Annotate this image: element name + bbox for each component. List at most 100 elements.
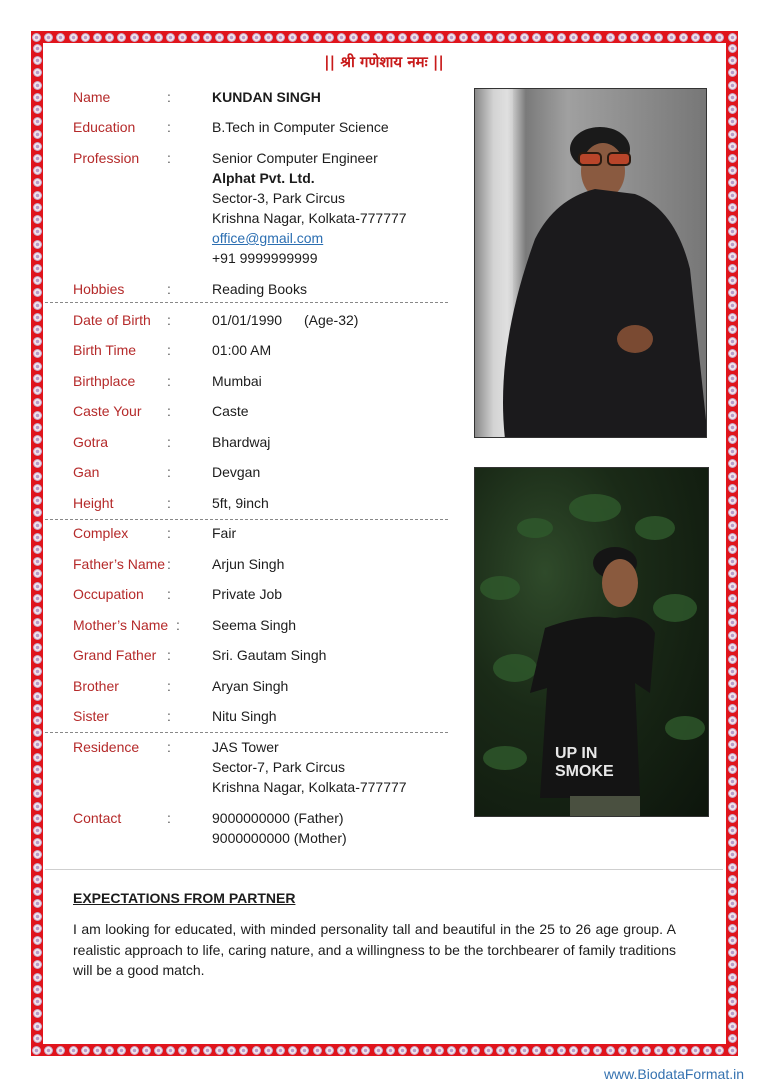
field-value: 01:00 AM: [212, 342, 272, 358]
separator: :: [167, 525, 171, 541]
separator: :: [167, 434, 171, 450]
separator: :: [167, 119, 171, 135]
separator: :: [167, 403, 171, 419]
residence-line: Sector-7, Park Circus: [212, 759, 346, 775]
person-silhouette-icon: UP IN SMOKE: [480, 494, 705, 816]
field-value: 01/01/1990 (Age-32): [212, 310, 358, 330]
field-gan: Gan : Devgan: [73, 462, 260, 482]
field-value: Bhardwaj: [212, 434, 271, 450]
field-value: KUNDAN SINGH: [212, 89, 321, 105]
separator: :: [167, 281, 171, 297]
separator: :: [167, 89, 171, 105]
person-silhouette-icon: [475, 89, 706, 437]
field-value: Private Job: [212, 586, 283, 602]
field-label: Contact: [73, 810, 122, 826]
field-mother-name: Mother’s Name : Seema Singh: [73, 615, 296, 635]
field-grandfather: Grand Father : Sri. Gautam Singh: [73, 645, 326, 665]
separator: :: [167, 495, 171, 511]
field-label: Name: [73, 89, 111, 105]
separator: :: [167, 708, 171, 724]
field-label: Hobbies: [73, 281, 125, 297]
field-complexion: Complex : Fair: [73, 523, 236, 543]
separator: :: [167, 678, 171, 694]
separator: :: [176, 617, 180, 633]
separator: :: [167, 739, 171, 755]
field-value: 5ft, 9inch: [212, 495, 269, 511]
field-value: Sri. Gautam Singh: [212, 647, 327, 663]
field-label: Mother’s Name: [73, 617, 169, 633]
field-value: Nitu Singh: [212, 708, 277, 724]
residence-line: Krishna Nagar, Kolkata-777777: [212, 779, 407, 795]
shirt-print: UP IN: [555, 745, 597, 762]
field-value: 9000000000 (Father) 9000000000 (Mother): [212, 808, 347, 848]
field-caste: Caste Your : Caste: [73, 401, 249, 421]
field-label: Complex: [73, 525, 129, 541]
email-link[interactable]: office@gmail.com: [212, 228, 407, 248]
dashed-divider: [45, 302, 448, 303]
field-value: Mumbai: [212, 373, 262, 389]
profile-photo-1: [474, 88, 707, 438]
field-value: Aryan Singh: [212, 678, 289, 694]
separator: :: [167, 647, 171, 663]
company-address-line: Sector-3, Park Circus: [212, 190, 346, 206]
section-divider: [45, 869, 723, 870]
separator: :: [167, 586, 171, 602]
profession-title: Senior Computer Engineer: [212, 150, 378, 166]
separator: :: [167, 373, 171, 389]
field-value: Arjun Singh: [212, 556, 285, 572]
field-height: Height : 5ft, 9inch: [73, 493, 269, 513]
field-label: Height: [73, 495, 114, 511]
profile-photo-2: UP IN SMOKE: [474, 467, 709, 817]
field-hobbies: Hobbies : Reading Books: [73, 279, 307, 299]
dob-value: 01/01/1990: [212, 312, 283, 328]
field-contact: Contact : 9000000000 (Father) 9000000000…: [73, 808, 347, 848]
contact-line: 9000000000 (Father): [212, 810, 344, 826]
expectations-text: I am looking for educated, with minded p…: [73, 921, 676, 978]
field-brother: Brother : Aryan Singh: [73, 676, 288, 696]
field-father-name: Father’s Name : Arjun Singh: [73, 554, 284, 574]
field-label: Birth Time: [73, 342, 137, 358]
field-value: Fair: [212, 525, 237, 541]
expectations-title: EXPECTATIONS FROM PARTNER: [73, 890, 296, 906]
residence-line: JAS Tower: [212, 739, 279, 755]
company-name: Alphat Pvt. Ltd.: [212, 170, 315, 186]
field-value: Seema Singh: [212, 617, 297, 633]
field-label: Profession: [73, 150, 140, 166]
field-sister: Sister : Nitu Singh: [73, 706, 277, 726]
field-value: Senior Computer Engineer Alphat Pvt. Ltd…: [212, 148, 407, 268]
field-label: Date of Birth: [73, 312, 151, 328]
field-label: Sister: [73, 708, 109, 724]
phone-number: +91 9999999999: [212, 250, 318, 266]
field-education: Education : B.Tech in Computer Science: [73, 117, 389, 137]
field-label: Birthplace: [73, 373, 136, 389]
field-value: Caste: [212, 403, 249, 419]
field-label: Gan: [73, 464, 100, 480]
dashed-divider: [45, 519, 448, 520]
watermark-link[interactable]: www.BiodataFormat.in: [604, 1066, 744, 1082]
field-value: Reading Books: [212, 281, 307, 297]
separator: :: [167, 342, 171, 358]
field-label: Education: [73, 119, 136, 135]
separator: :: [167, 556, 171, 572]
invocation-heading: || श्री गणेशाय नमः ||: [324, 53, 444, 71]
field-gotra: Gotra : Bhardwaj: [73, 432, 270, 452]
field-birthplace: Birthplace : Mumbai: [73, 371, 262, 391]
field-label: Occupation: [73, 586, 144, 602]
field-value: JAS Tower Sector-7, Park Circus Krishna …: [212, 737, 407, 797]
field-value: Devgan: [212, 464, 261, 480]
field-birth-time: Birth Time : 01:00 AM: [73, 340, 271, 360]
separator: :: [167, 464, 171, 480]
field-residence: Residence : JAS Tower Sector-7, Park Cir…: [73, 737, 407, 797]
field-occupation: Occupation : Private Job: [73, 584, 282, 604]
field-label: Father’s Name: [73, 556, 166, 572]
dashed-divider: [45, 732, 448, 733]
field-name: Name : KUNDAN SINGH: [73, 87, 321, 107]
age-value: (Age-32): [303, 312, 359, 328]
field-label: Gotra: [73, 434, 109, 450]
separator: :: [167, 810, 171, 826]
field-label: Brother: [73, 678, 119, 694]
field-label: Caste Your: [73, 403, 142, 419]
field-label: Grand Father: [73, 647, 157, 663]
company-address-line: Krishna Nagar, Kolkata-777777: [212, 210, 407, 226]
field-date-of-birth: Date of Birth : 01/01/1990 (Age-32): [73, 310, 358, 330]
